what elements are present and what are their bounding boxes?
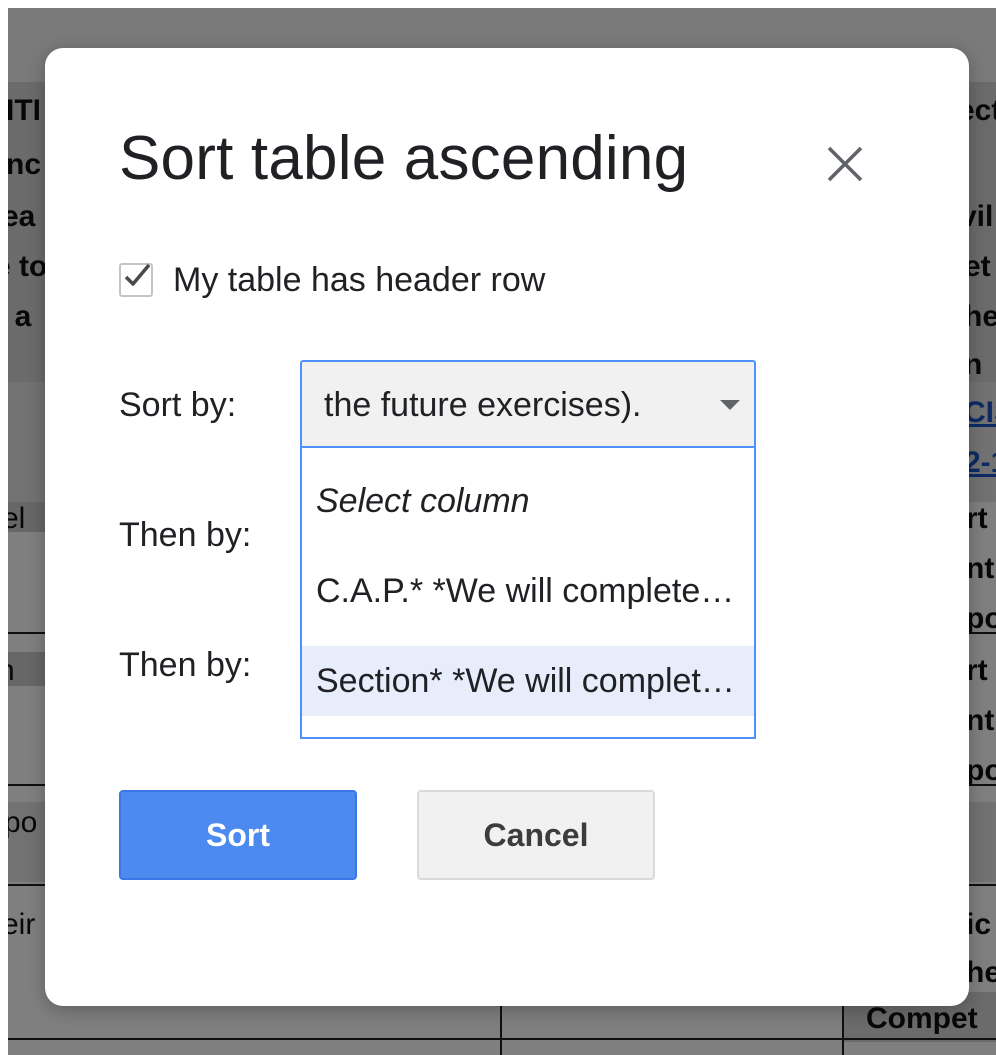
header-row-checkbox[interactable] [119, 263, 153, 297]
dropdown-option-select-column[interactable]: Select column [302, 466, 754, 536]
dropdown-option-section[interactable]: Section* *We will complete this table du… [302, 646, 754, 716]
header-row-option: My table has header row [119, 258, 545, 302]
checkmark-icon [124, 263, 151, 286]
close-button[interactable] [823, 142, 867, 186]
dropdown-arrow-icon [720, 400, 740, 410]
cancel-button[interactable]: Cancel [417, 790, 655, 880]
header-row-checkbox-label[interactable]: My table has header row [173, 261, 545, 300]
dropdown-option-cap[interactable]: C.A.P.* *We will complete this table dur… [302, 556, 754, 626]
sort-button[interactable]: Sort [119, 790, 357, 880]
then-by-label-1: Then by: [119, 516, 252, 554]
dialog-title: Sort table ascending [119, 124, 689, 193]
sort-by-select[interactable]: the future exercises). [300, 360, 756, 446]
sort-by-dropdown-menu: Select column C.A.P.* *We will complete … [300, 446, 756, 739]
then-by-label-2: Then by: [119, 646, 252, 684]
sort-by-label: Sort by: [119, 386, 237, 424]
sort-by-selected-value: the future exercises). [324, 386, 642, 424]
sort-table-dialog: Sort table ascending My table has header… [45, 48, 969, 1006]
window-edge [0, 0, 8, 1055]
close-icon [827, 146, 863, 182]
window-edge [0, 0, 996, 8]
